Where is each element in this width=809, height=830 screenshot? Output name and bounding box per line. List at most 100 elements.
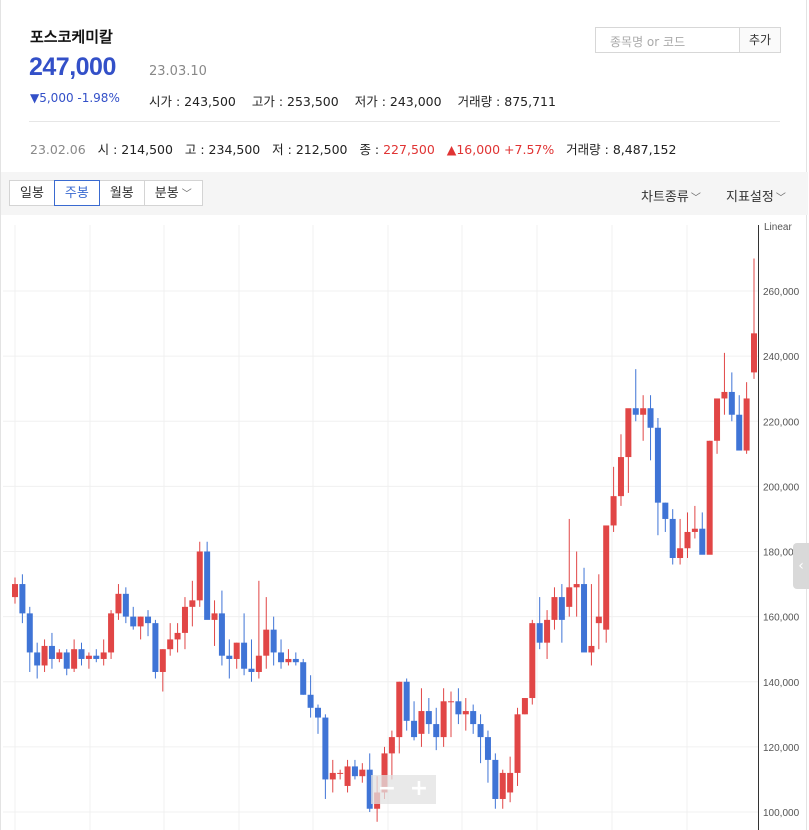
y-tick-label: 160,000 — [763, 613, 800, 624]
hover-close: 227,500 — [383, 142, 435, 157]
candle-body — [484, 737, 491, 760]
candle-body — [529, 623, 536, 699]
candle-body — [603, 525, 610, 630]
candle-body — [167, 639, 174, 650]
tab-minute[interactable]: 분봉 ﹀ — [143, 180, 203, 206]
chevron-left-icon: ‹ — [798, 558, 804, 574]
high-price: 고가 : 253,500 — [251, 94, 339, 109]
chevron-down-icon: ﹀ — [181, 189, 192, 200]
zoom-controls: − + — [371, 775, 436, 804]
candle-body — [226, 655, 233, 659]
stock-name: 포스코케미칼 — [30, 28, 113, 46]
price-date: 23.03.10 — [149, 64, 207, 79]
y-tick-label: 140,000 — [763, 678, 800, 689]
tab-daily[interactable]: 일봉 — [9, 180, 55, 206]
indicator-settings-dropdown[interactable]: 지표설정 ﹀ — [726, 186, 786, 205]
candle-body — [714, 398, 721, 441]
candle-body — [322, 717, 329, 780]
candle-body — [625, 408, 632, 458]
candle-body — [108, 613, 115, 653]
candle-body — [640, 408, 647, 415]
candle-body — [100, 652, 107, 659]
y-tick-label: 240,000 — [763, 352, 800, 363]
candle-body — [514, 714, 521, 773]
stock-widget: 포스코케미칼 247,000 23.03.10 ▼5,000 -1.98% 시가… — [0, 0, 809, 830]
zoom-out-button[interactable]: − — [371, 775, 403, 804]
candle-body — [677, 548, 684, 559]
candle-body — [174, 632, 181, 640]
candle-body — [329, 772, 336, 780]
candle-body — [278, 652, 285, 663]
candle-body — [669, 518, 676, 559]
candle-body — [300, 662, 307, 695]
candle-body — [521, 698, 528, 715]
candle-body — [314, 707, 321, 718]
current-price: 247,000 — [29, 53, 116, 81]
low-price: 저가 : 243,000 — [354, 94, 442, 109]
candle-body — [12, 584, 18, 598]
y-tick-label: 120,000 — [763, 743, 800, 754]
candle-body — [595, 616, 602, 624]
hover-date: 23.02.06 — [30, 142, 86, 157]
candle-body — [691, 528, 698, 532]
candle-body — [588, 645, 595, 653]
chart-type-label: 차트종류 — [641, 190, 689, 205]
y-tick-label: 100,000 — [763, 808, 800, 819]
search-input[interactable]: 종목명 or 코드 — [595, 27, 740, 53]
zoom-in-button[interactable]: + — [403, 775, 435, 804]
candle-body — [85, 655, 92, 659]
candle-body — [130, 616, 137, 627]
candle-body — [566, 587, 573, 607]
candle-body — [699, 528, 706, 555]
candle-body — [218, 613, 225, 656]
candle-body — [610, 496, 617, 526]
candle-body — [617, 457, 624, 497]
candle-body — [56, 652, 63, 659]
candle-body — [137, 616, 144, 627]
candle-body — [78, 649, 85, 659]
chart-type-dropdown[interactable]: 차트종류 ﹀ — [641, 186, 701, 205]
candle-body — [122, 593, 129, 617]
candle-body — [196, 551, 203, 601]
volume: 거래량 : 875,711 — [457, 94, 556, 109]
candle-body — [477, 724, 484, 738]
scale-label: Linear — [764, 222, 792, 233]
candle-body — [344, 766, 351, 786]
candle-body — [270, 629, 277, 653]
add-button[interactable]: 추가 — [740, 27, 781, 53]
candle-body — [26, 613, 33, 653]
candle-body — [470, 711, 477, 725]
candle-body — [425, 711, 432, 725]
open-price: 시가 : 243,500 — [149, 94, 236, 109]
candle-body — [544, 619, 551, 643]
candle-body — [337, 772, 344, 774]
candle-body — [455, 701, 462, 715]
candle-body — [34, 652, 41, 666]
tab-monthly[interactable]: 월봉 — [98, 180, 145, 206]
candle-body — [388, 737, 395, 754]
candle-body — [581, 584, 588, 653]
candle-body — [285, 658, 292, 663]
chevron-down-icon: ﹀ — [690, 193, 701, 204]
side-panel-toggle[interactable]: ‹ — [793, 543, 809, 589]
hover-low: 저 : 212,500 — [272, 142, 348, 157]
candle-body — [654, 427, 661, 503]
hover-change: ▲16,000 +7.57% — [446, 142, 555, 157]
candle-body — [248, 668, 255, 672]
y-tick-label: 220,000 — [763, 417, 800, 428]
indicator-label: 지표설정 — [726, 190, 774, 205]
candle-body — [145, 616, 152, 624]
candle-body — [573, 584, 580, 588]
candle-body — [662, 502, 669, 519]
candlestick-chart[interactable]: 100,000120,000140,000160,000180,000200,0… — [1, 215, 808, 830]
hover-open: 시 : 214,500 — [97, 142, 173, 157]
tab-weekly[interactable]: 주봉 — [53, 180, 100, 206]
candle-body — [255, 655, 262, 672]
candle-body — [19, 584, 26, 614]
candle-body — [159, 649, 166, 672]
quote-summary: 시가 : 243,500 고가 : 253,500 저가 : 243,000 거… — [149, 91, 572, 110]
candle-body — [241, 642, 248, 669]
candle-body — [48, 645, 55, 659]
candle-body — [499, 772, 506, 799]
candle-body — [307, 694, 314, 708]
